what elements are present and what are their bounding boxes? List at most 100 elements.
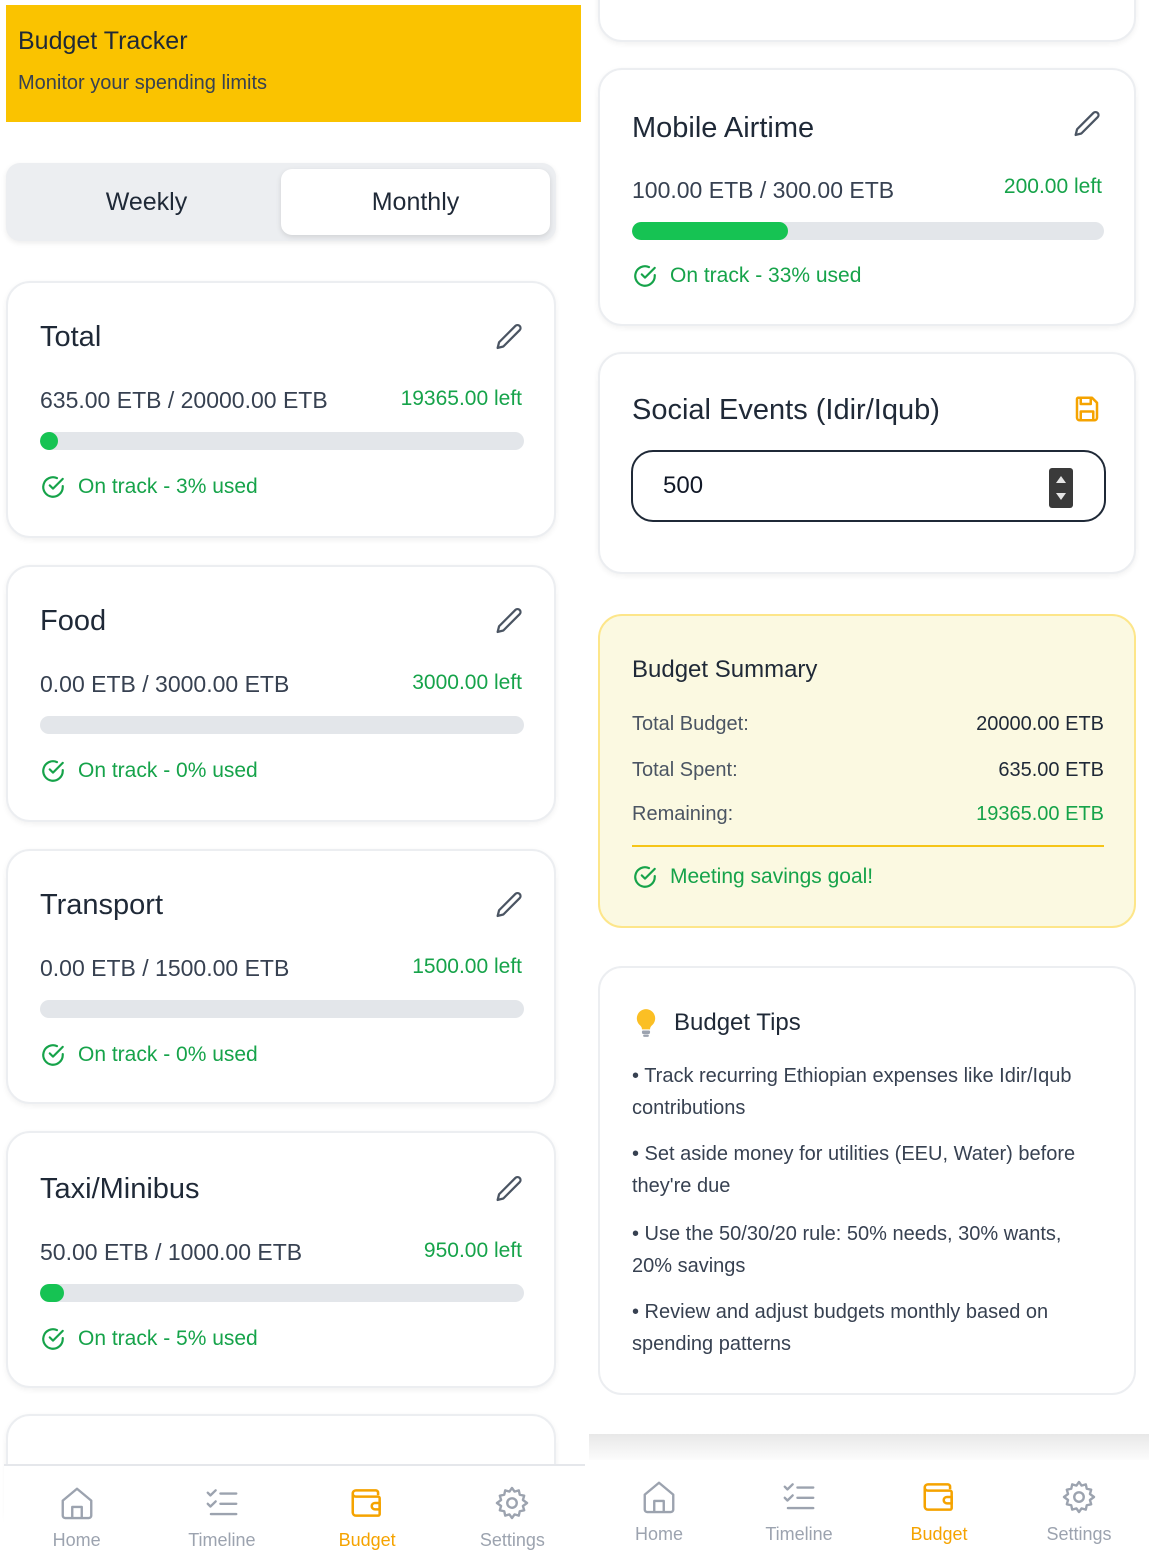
category-name: Social Events (Idir/Iqub) [632,394,940,426]
category-name: Mobile Airtime [632,112,815,144]
remaining-text: 3000.00 left [412,671,522,694]
left-screen-panel: Budget Tracker Monitor your spending lim… [0,0,585,1561]
app-header: Budget Tracker Monitor your spending lim… [6,5,581,122]
nav-timeline-label: Timeline [188,1530,256,1550]
summary-row-total-budget: Total Budget: 20000.00 ETB [632,713,1104,736]
nav-budget[interactable]: Budget [295,1466,440,1561]
category-name: Taxi/Minibus [40,1173,200,1205]
nav-timeline[interactable]: Timeline [149,1466,294,1561]
gear-icon [493,1484,531,1522]
amount-text: 50.00 ETB / 1000.00 ETB [40,1239,303,1265]
budget-card-total: Total 635.00 ETB / 20000.00 ETB 19365.00… [6,281,556,538]
summary-divider [632,845,1104,847]
budget-amount-input[interactable] [631,450,1106,522]
nav-settings[interactable]: Settings [1009,1460,1149,1560]
nav-budget-label: Budget [338,1530,396,1550]
status-text: On track - 33% used [670,264,862,287]
status-text: On track - 0% used [78,759,258,782]
tips-title: Budget Tips [674,1009,801,1036]
category-name: Food [40,605,107,637]
status-row: On track - 5% used [40,1326,258,1352]
remaining-text: 950.00 left [423,1239,522,1262]
status-text: On track - 5% used [78,1327,258,1350]
pencil-icon[interactable] [492,321,526,355]
status-text: On track - 3% used [78,475,258,498]
status-row: On track - 0% used [40,758,258,784]
amount-text: 0.00 ETB / 1500.00 ETB [40,955,290,981]
timeline-icon [780,1478,818,1516]
progress-bar [632,222,1104,240]
status-row: On track - 3% used [40,474,258,500]
nav-settings-label: Settings [479,1530,545,1550]
budget-tips-card: Budget Tips • Track recurring Ethiopian … [598,966,1136,1395]
right-screen-panel: Mobile Airtime 100.00 ETB / 300.00 ETB 2… [589,0,1149,1561]
bottom-nav: Home Timeline Budget Settings [4,1464,585,1561]
monthly-tab[interactable]: Monthly [281,169,550,235]
check-circle-icon [40,474,66,500]
nav-budget-label: Budget [910,1524,968,1544]
budget-card-taxi-minibus: Taxi/Minibus 50.00 ETB / 1000.00 ETB 950… [6,1131,556,1388]
pencil-icon[interactable] [492,889,526,923]
progress-fill [40,432,58,450]
category-name: Total [40,321,102,353]
progress-bar [40,1284,524,1302]
pencil-icon[interactable] [492,1173,526,1207]
budget-card-previous [598,0,1136,42]
period-toggle: Weekly Monthly [6,163,556,241]
summary-value: 635.00 ETB [998,759,1104,781]
nav-timeline[interactable]: Timeline [729,1460,869,1560]
budget-card-transport: Transport 0.00 ETB / 1500.00 ETB 1500.00… [6,849,556,1104]
nav-home[interactable]: Home [4,1466,149,1561]
check-circle-icon [632,263,658,289]
save-icon[interactable] [1072,394,1102,424]
bottom-nav: Home Timeline Budget Settings [589,1460,1149,1560]
number-spinner[interactable] [1049,468,1073,508]
tip-item: • Use the 50/30/20 rule: 50% needs, 30% … [632,1223,1062,1277]
progress-fill [632,222,788,240]
summary-label: Total Budget: [632,713,749,735]
pencil-icon[interactable] [492,605,526,639]
summary-status-row: Meeting savings goal! [632,864,873,890]
nav-timeline-label: Timeline [765,1524,833,1544]
check-circle-icon [40,1042,66,1068]
check-circle-icon [40,1326,66,1352]
remaining-text: 19365.00 left [400,387,522,410]
app-subtitle: Monitor your spending limits [18,72,267,94]
nav-home-label: Home [634,1524,683,1544]
amount-text: 635.00 ETB / 20000.00 ETB [40,387,328,413]
amount-text: 0.00 ETB / 3000.00 ETB [40,671,290,697]
progress-bar [40,716,524,734]
gear-icon [1060,1478,1098,1516]
tip-item: • Review and adjust budgets monthly base… [632,1301,1049,1355]
summary-row-remaining: Remaining: 19365.00 ETB [632,803,1104,826]
remaining-text: 1500.00 left [412,955,522,978]
status-row: On track - 33% used [632,263,861,289]
progress-fill [40,1284,65,1302]
progress-bar [40,432,524,450]
nav-home[interactable]: Home [589,1460,729,1560]
nav-home-label: Home [52,1530,101,1550]
check-circle-icon [632,864,658,890]
summary-label: Total Spent: [632,759,738,781]
category-name: Transport [40,889,164,921]
nav-settings-label: Settings [1046,1524,1112,1544]
summary-label: Remaining: [632,803,734,825]
summary-row-total-spent: Total Spent: 635.00 ETB [632,759,1104,782]
budget-summary-card: Budget Summary Total Budget: 20000.00 ETB… [598,614,1136,928]
summary-value: 19365.00 ETB [976,803,1104,825]
tip-item: • Set aside money for utilities (EEU, Wa… [632,1143,1076,1197]
tip-item: • Track recurring Ethiopian expenses lik… [632,1065,1072,1119]
nav-settings[interactable]: Settings [440,1466,585,1561]
pencil-icon[interactable] [1070,108,1104,142]
home-icon [640,1478,678,1516]
summary-title: Budget Summary [632,656,818,683]
amount-text: 100.00 ETB / 300.00 ETB [632,177,895,203]
budget-card-food: Food 0.00 ETB / 3000.00 ETB 3000.00 left… [6,565,556,822]
weekly-tab[interactable]: Weekly [12,169,281,235]
summary-value: 20000.00 ETB [976,713,1104,735]
nav-budget[interactable]: Budget [869,1460,1009,1560]
budget-card-social-events: Social Events (Idir/Iqub) [598,352,1136,574]
progress-bar [40,1000,524,1018]
timeline-icon [203,1484,241,1522]
wallet-icon [348,1484,386,1522]
